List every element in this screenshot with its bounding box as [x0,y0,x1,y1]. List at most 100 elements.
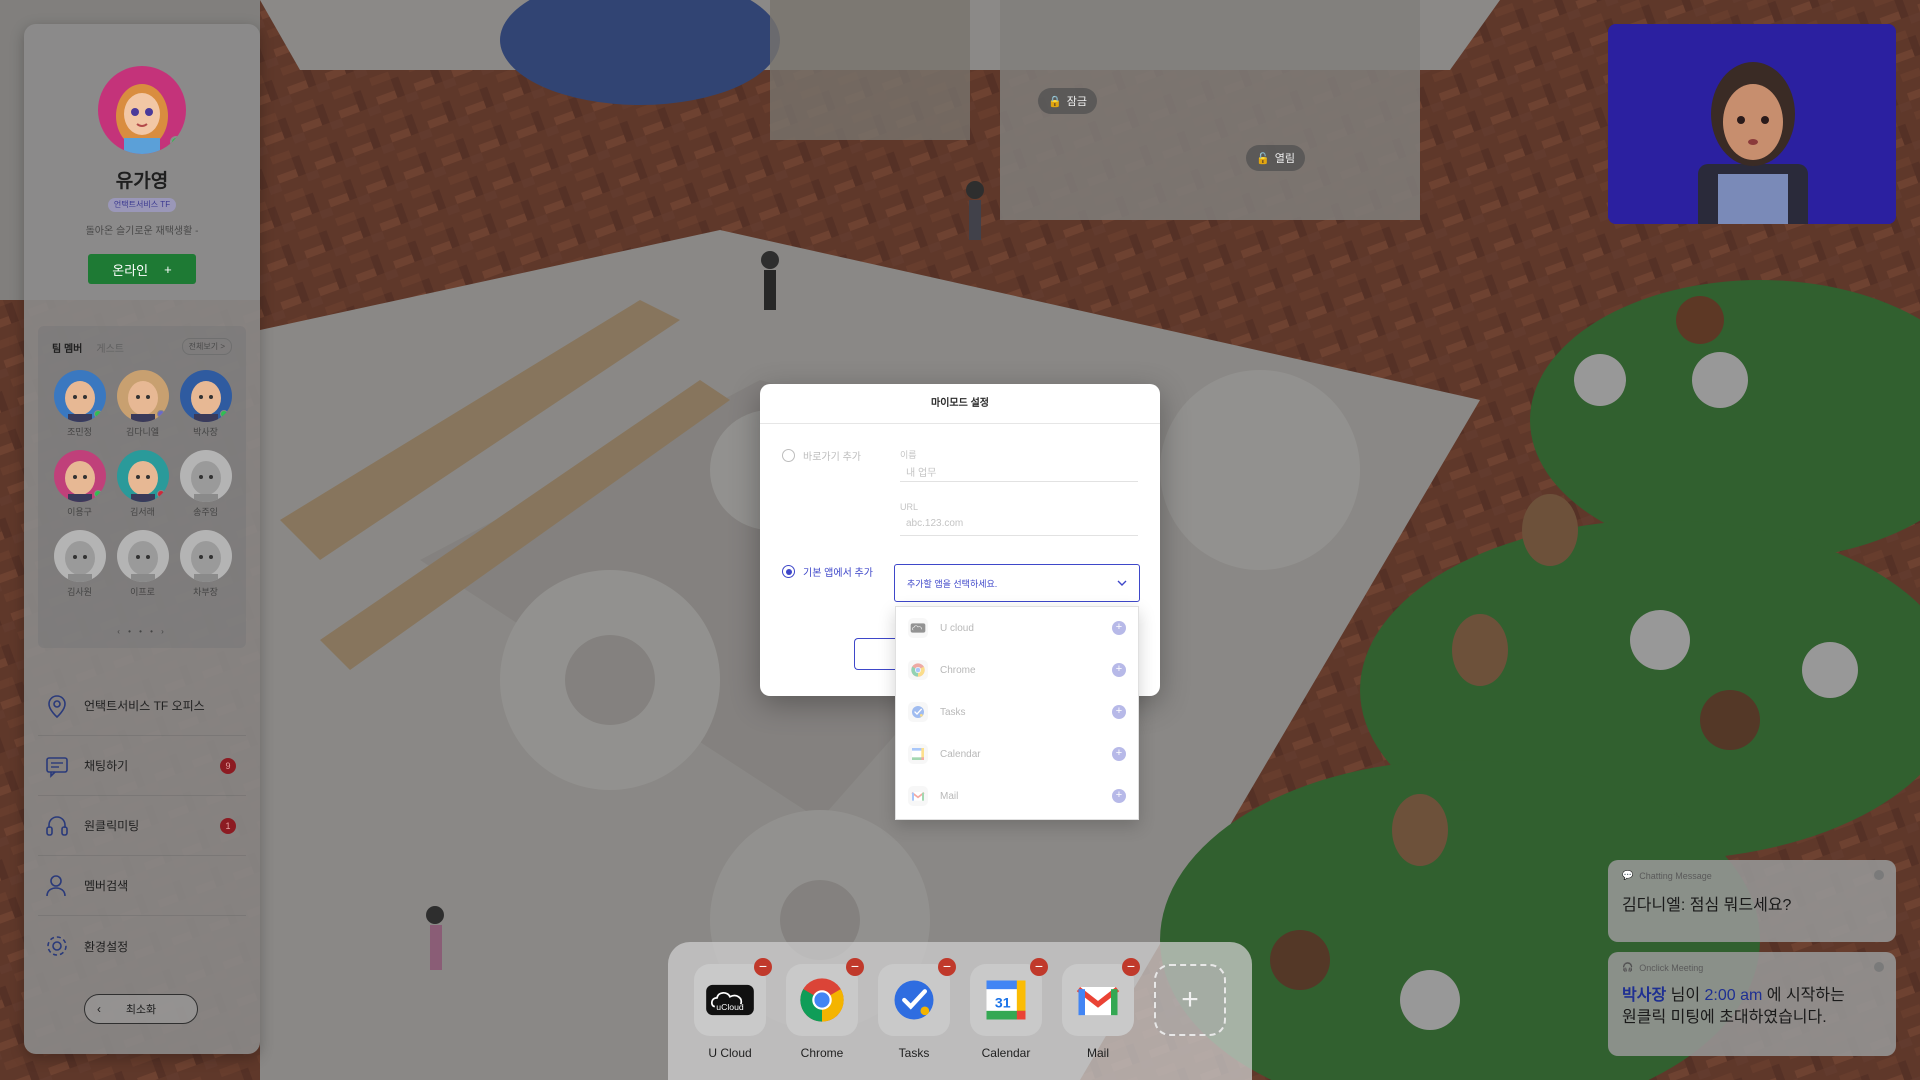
member-item[interactable]: 김사원 [48,530,111,598]
member-status-dot [156,410,165,418]
url-field[interactable]: abc.123.com [900,514,1138,536]
dropdown-option-calendar[interactable]: Calendar + [896,733,1138,775]
sidebar-item-member-search[interactable]: 멤버검색 [38,856,246,916]
sidebar-item-location-pin[interactable]: 언택트서비스 TF 오피스 [38,676,246,736]
member-pager[interactable]: ‹ • • • › [38,627,246,636]
member-status-dot [156,490,165,498]
name-field[interactable]: 내 업무 [900,460,1138,482]
dock-app-calendar[interactable]: 31 − Calendar [970,958,1048,1060]
member-avatar [53,530,106,582]
online-status-button[interactable]: 온라인 + [88,254,196,284]
member-item[interactable]: 조민정 [48,370,111,438]
option-shortcut[interactable]: 바로가기 추가 [782,448,861,463]
chat-notification[interactable]: 💬 Chatting Message 김다니엘: 점심 뭐드세요? [1608,860,1896,942]
minimize-button[interactable]: ‹ 최소화 [84,994,198,1024]
see-all-members-button[interactable]: 전체보기 > [181,338,232,355]
dock-app-tasks[interactable]: − Tasks [878,958,956,1060]
dropdown-option-label: Mail [940,790,959,802]
member-status-dot [93,410,102,418]
sidebar-item-label: 멤버검색 [84,879,129,893]
dock-app-chrome[interactable]: − Chrome [786,958,864,1060]
room-open-tag[interactable]: 🔓 열림 [1246,145,1305,171]
member-grid: 조민정 김다니엘 박사장이용구 김서래 송주임김사원 이프로 차부장 [48,370,238,598]
tab-team-members[interactable]: 팀 멤버 [52,340,82,355]
gmail-icon [911,792,925,801]
headset-icon [46,815,68,836]
add-option-button[interactable]: + [1112,705,1126,719]
dropdown-option-mail[interactable]: Mail + [896,775,1138,817]
member-name: 이프로 [130,587,155,597]
dock-app-label: Tasks [898,1046,930,1060]
option-default-app[interactable]: 기본 앱에서 추가 [782,564,873,579]
chevron-left-icon: ‹ [97,1002,101,1016]
sidebar-item-label: 원클릭미팅 [84,819,140,833]
member-item[interactable]: 송주임 [174,450,237,518]
add-option-button[interactable]: + [1112,621,1126,635]
add-option-button[interactable]: + [1112,789,1126,803]
dock-app-mail[interactable]: − Mail [1062,958,1140,1060]
close-notification-button[interactable] [1874,870,1884,880]
ucloud-icon [910,623,926,633]
online-status-dot [170,136,182,148]
profile-avatar[interactable] [98,66,186,154]
remove-app-button[interactable]: − [754,958,772,976]
room-locked-tag[interactable]: 🔒 잠금 [1038,88,1097,114]
member-avatar [53,370,106,422]
member-avatar-image [190,461,221,502]
sidebar-item-gear[interactable]: 환경설정 [38,916,246,976]
member-name: 김사원 [67,587,92,597]
video-call-tile[interactable] [1608,24,1896,224]
unread-count-badge: 9 [220,757,236,774]
remove-app-button[interactable]: − [1030,958,1048,976]
member-name: 박사장 [193,427,218,437]
remove-app-button[interactable]: − [1122,958,1140,976]
remove-app-button[interactable]: − [846,958,864,976]
meeting-notification[interactable]: 🎧 Onclick Meeting 박사장 님이 2:00 am 에 시작하는 원… [1608,952,1896,1056]
close-notification-button[interactable] [1874,962,1884,972]
member-item[interactable]: 이프로 [111,530,174,598]
meeting-time: 2:00 am [1704,987,1763,1004]
dropdown-option-icon [908,660,928,680]
dock-app-tile[interactable]: − [786,958,864,1036]
dock-app-tile[interactable]: 31 − [970,958,1048,1036]
member-item[interactable]: 김다니엘 [111,370,174,438]
member-item[interactable]: 차부장 [174,530,237,598]
app-select-dropdown[interactable]: 추가할 앱을 선택하세요. [894,564,1140,602]
dock-app-tile[interactable]: uCloud − [694,958,772,1036]
dropdown-option-tasks[interactable]: Tasks + [896,691,1138,733]
sidebar-item-label: 환경설정 [84,939,129,954]
sidebar-item-label: 채팅하기 [84,759,129,773]
add-option-button[interactable]: + [1112,747,1126,761]
chrome-icon [800,978,844,1022]
unlock-icon: 🔓 [1256,152,1270,165]
member-item[interactable]: 박사장 [174,370,237,438]
member-avatar [116,450,169,502]
remove-app-button[interactable]: − [938,958,956,976]
dropdown-option-icon [908,702,928,722]
chat-notification-header: Chatting Message [1639,870,1712,881]
lock-icon: 🔒 [1048,95,1062,108]
dropdown-option-u-cloud[interactable]: U cloud + [896,607,1138,649]
member-avatar [116,370,169,422]
dropdown-option-chrome[interactable]: Chrome + [896,649,1138,691]
app-select-placeholder: 추가할 앱을 선택하세요. [907,578,998,589]
radio-default-app[interactable] [782,565,795,578]
tab-guests[interactable]: 게스트 [96,340,124,355]
team-badge: 언택트서비스 TF [108,198,176,212]
member-avatar-image [127,541,158,582]
add-option-button[interactable]: + [1112,663,1126,677]
member-name: 김다니엘 [125,427,160,437]
sidebar-item-headset[interactable]: 원클릭미팅 1 [38,796,246,856]
tasks-icon [894,980,934,1020]
dock-app-u-cloud[interactable]: uCloud − U Cloud [694,958,772,1060]
add-app-button[interactable]: + [1154,964,1226,1036]
member-avatar [179,450,232,502]
member-item[interactable]: 이용구 [48,450,111,518]
radio-shortcut[interactable] [782,449,795,462]
member-item[interactable]: 김서래 [111,450,174,518]
dock-app-tile[interactable]: − [1062,958,1140,1036]
profile-sidebar: 유가영 언택트서비스 TF 돌아온 슬기로운 재택생활 - 온라인 + 팀 멤버… [24,24,260,1054]
dock-app-tile[interactable]: − [878,958,956,1036]
sidebar-item-chat[interactable]: 채팅하기 9 [38,736,246,796]
location-pin-icon [48,694,66,718]
